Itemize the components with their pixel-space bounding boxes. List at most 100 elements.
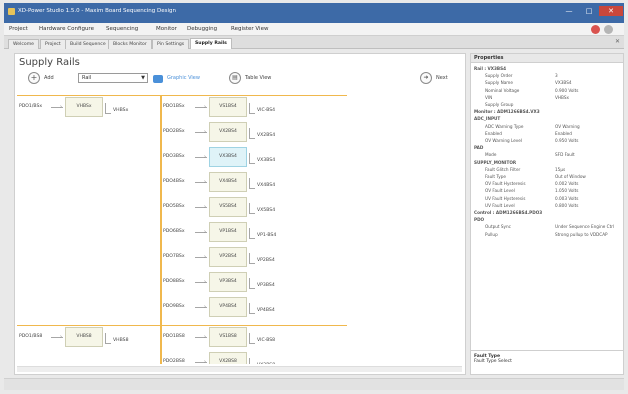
rail-node[interactable]: VS1BS8 xyxy=(209,327,247,347)
property-value[interactable]: Out of Window xyxy=(555,173,586,180)
property-value[interactable]: 0.800 Volts xyxy=(555,202,578,209)
table-view-icon[interactable]: ▤ xyxy=(229,72,241,84)
horizontal-scrollbar[interactable] xyxy=(17,366,462,372)
property-key: OV Warning Level xyxy=(485,138,523,143)
property-row[interactable]: Supply Group xyxy=(471,101,624,108)
property-section[interactable]: SUPPLY_MONITOR xyxy=(471,159,624,166)
window-title: XD-Power Studio 1.5.0 - Maxim Board Sequ… xyxy=(18,8,177,14)
property-section[interactable]: Rail : VX3BS4 xyxy=(471,65,624,72)
rail-node[interactable]: VP2BS4 xyxy=(209,247,247,267)
rail-node[interactable]: VP4BS4 xyxy=(209,297,247,317)
property-section[interactable]: PDO xyxy=(471,216,624,223)
rail-link-line xyxy=(249,303,250,313)
next-arrow-icon[interactable]: ➜ xyxy=(420,72,432,84)
rail-node[interactable]: VP1BS4 xyxy=(209,222,247,242)
property-row[interactable]: Supply Name VX3BS4 xyxy=(471,79,624,86)
rail-type-select[interactable]: Rail ▼ xyxy=(78,73,148,83)
property-row[interactable]: Enabled Enabled xyxy=(471,130,624,137)
property-value[interactable]: SFD Fault xyxy=(555,151,575,158)
property-key: SUPPLY_MONITOR xyxy=(474,159,517,165)
rail-node[interactable]: VX2BS8 xyxy=(209,352,247,364)
property-row[interactable]: UV Fault Hysteresis 0.003 Volts xyxy=(471,195,624,202)
graphic-view-button[interactable]: Graphic View xyxy=(167,75,200,81)
property-row[interactable]: OV Warning Level 0.950 Volts xyxy=(471,137,624,144)
property-row[interactable]: Output Sync Under Sequence Engine Ctrl xyxy=(471,223,624,230)
menu-hardware-configure[interactable]: Hardware Configure xyxy=(39,26,94,32)
rail-link-line xyxy=(249,313,255,314)
rail-diagram-canvas[interactable]: PDO1/BSx › VHBSx VHBSx PDO1/BS8 › VHBS8 VHBS8 PD… xyxy=(17,92,462,364)
arrow-right-icon: › xyxy=(204,279,206,285)
pane-close-icon[interactable]: ✕ xyxy=(615,38,620,45)
property-value[interactable]: 0.002 Volts xyxy=(555,180,578,187)
property-value[interactable]: 1.050 Volts xyxy=(555,187,578,194)
property-value[interactable]: VX3BS4 xyxy=(555,79,572,86)
property-row[interactable]: Fault Type Out of Window xyxy=(471,173,624,180)
property-row[interactable]: UV Fault Level 0.800 Volts xyxy=(471,202,624,209)
property-row[interactable]: Pullup Strong pullup to VDDCAP xyxy=(471,231,624,238)
next-button[interactable]: Next xyxy=(436,75,448,81)
property-section[interactable]: PAD xyxy=(471,144,624,151)
property-row[interactable]: VIN VHBSx xyxy=(471,94,624,101)
fault-status-icon[interactable] xyxy=(591,25,600,34)
property-value[interactable]: 3 xyxy=(555,72,558,79)
menu-register-view[interactable]: Register View xyxy=(231,26,268,32)
tab-project[interactable]: Project xyxy=(40,39,66,49)
property-key: Nominal Voltage xyxy=(485,87,520,93)
rail-node[interactable]: VS1BS4 xyxy=(209,97,247,117)
rail-node[interactable]: VX4BS4 xyxy=(209,172,247,192)
property-row[interactable]: ADC Warning Type OV Warning xyxy=(471,123,624,130)
tab-welcome[interactable]: Welcome xyxy=(8,39,40,49)
tab-blocks-monitor[interactable]: Blocks Monitor xyxy=(108,39,152,49)
property-section[interactable]: Monitor : ADM1266BS4.VX3 xyxy=(471,108,624,115)
rail-node[interactable]: VHBS8 xyxy=(65,327,103,347)
rail-output-label: VP4BS4 xyxy=(257,308,275,313)
add-button[interactable]: Add xyxy=(44,75,54,81)
settings-gear-icon[interactable] xyxy=(604,25,613,34)
rail-node[interactable]: VHBSx xyxy=(65,97,103,117)
property-value[interactable]: 0.950 Volts xyxy=(555,137,578,144)
property-section[interactable]: Control : ADM1266BS4.PDO3 xyxy=(471,209,624,216)
menu-debugging[interactable]: Debugging xyxy=(187,26,217,32)
add-icon[interactable]: + xyxy=(28,72,40,84)
property-row[interactable]: Supply Order 3 xyxy=(471,72,624,79)
property-row[interactable]: OV Fault Level 1.050 Volts xyxy=(471,187,624,194)
property-row[interactable]: Fault Glitch Filter 15µs xyxy=(471,166,624,173)
maximize-button[interactable]: □ xyxy=(579,6,599,16)
close-button[interactable]: ✕ xyxy=(599,6,623,16)
rail-link-line xyxy=(249,238,255,239)
menu-bar: Project Hardware Configure Sequencing Mo… xyxy=(4,23,624,36)
rail-node[interactable]: VS5BS4 xyxy=(209,197,247,217)
rail-link-line xyxy=(249,128,250,138)
property-row[interactable]: Nominal Voltage 0.900 Volts xyxy=(471,87,624,94)
menu-monitor[interactable]: Monitor xyxy=(156,26,177,32)
property-value[interactable]: VHBSx xyxy=(555,94,569,101)
property-section[interactable]: ADC_INPUT xyxy=(471,115,624,122)
property-value[interactable]: Enabled xyxy=(555,130,572,137)
rail-node[interactable]: VX2BS4 xyxy=(209,122,247,142)
property-key: Fault Glitch Filter xyxy=(485,166,521,172)
tab-supply-rails[interactable]: Supply Rails xyxy=(190,38,232,49)
tab-pin-settings[interactable]: Pin Settings xyxy=(152,39,190,49)
rail-link-line xyxy=(105,333,106,343)
property-value[interactable]: 15µs xyxy=(555,166,565,173)
minimize-button[interactable]: — xyxy=(559,6,579,16)
property-value[interactable]: Strong pullup to VDDCAP xyxy=(555,231,608,238)
graphic-view-icon[interactable] xyxy=(153,75,163,83)
property-value[interactable]: 0.003 Volts xyxy=(555,195,578,202)
rail-node[interactable]: VP3BS4 xyxy=(209,272,247,292)
arrow-right-icon: › xyxy=(204,334,206,340)
property-value[interactable]: 0.900 Volts xyxy=(555,87,578,94)
tab-build-sequence[interactable]: Build Sequence xyxy=(65,39,111,49)
property-key: VIN xyxy=(485,94,493,100)
property-row[interactable]: Mode SFD Fault xyxy=(471,151,624,158)
rail-output-label: VX3BS4 xyxy=(257,158,276,163)
menu-project[interactable]: Project xyxy=(9,26,28,32)
property-value[interactable]: Under Sequence Engine Ctrl xyxy=(555,223,614,230)
table-view-button[interactable]: Table View xyxy=(245,75,271,81)
property-key: Pullup xyxy=(485,231,498,237)
app-icon xyxy=(8,8,15,15)
property-row[interactable]: OV Fault Hysteresis 0.002 Volts xyxy=(471,180,624,187)
rail-node[interactable]: VX3BS4 xyxy=(209,147,247,167)
property-value[interactable]: OV Warning xyxy=(555,123,580,130)
menu-sequencing[interactable]: Sequencing xyxy=(106,26,138,32)
